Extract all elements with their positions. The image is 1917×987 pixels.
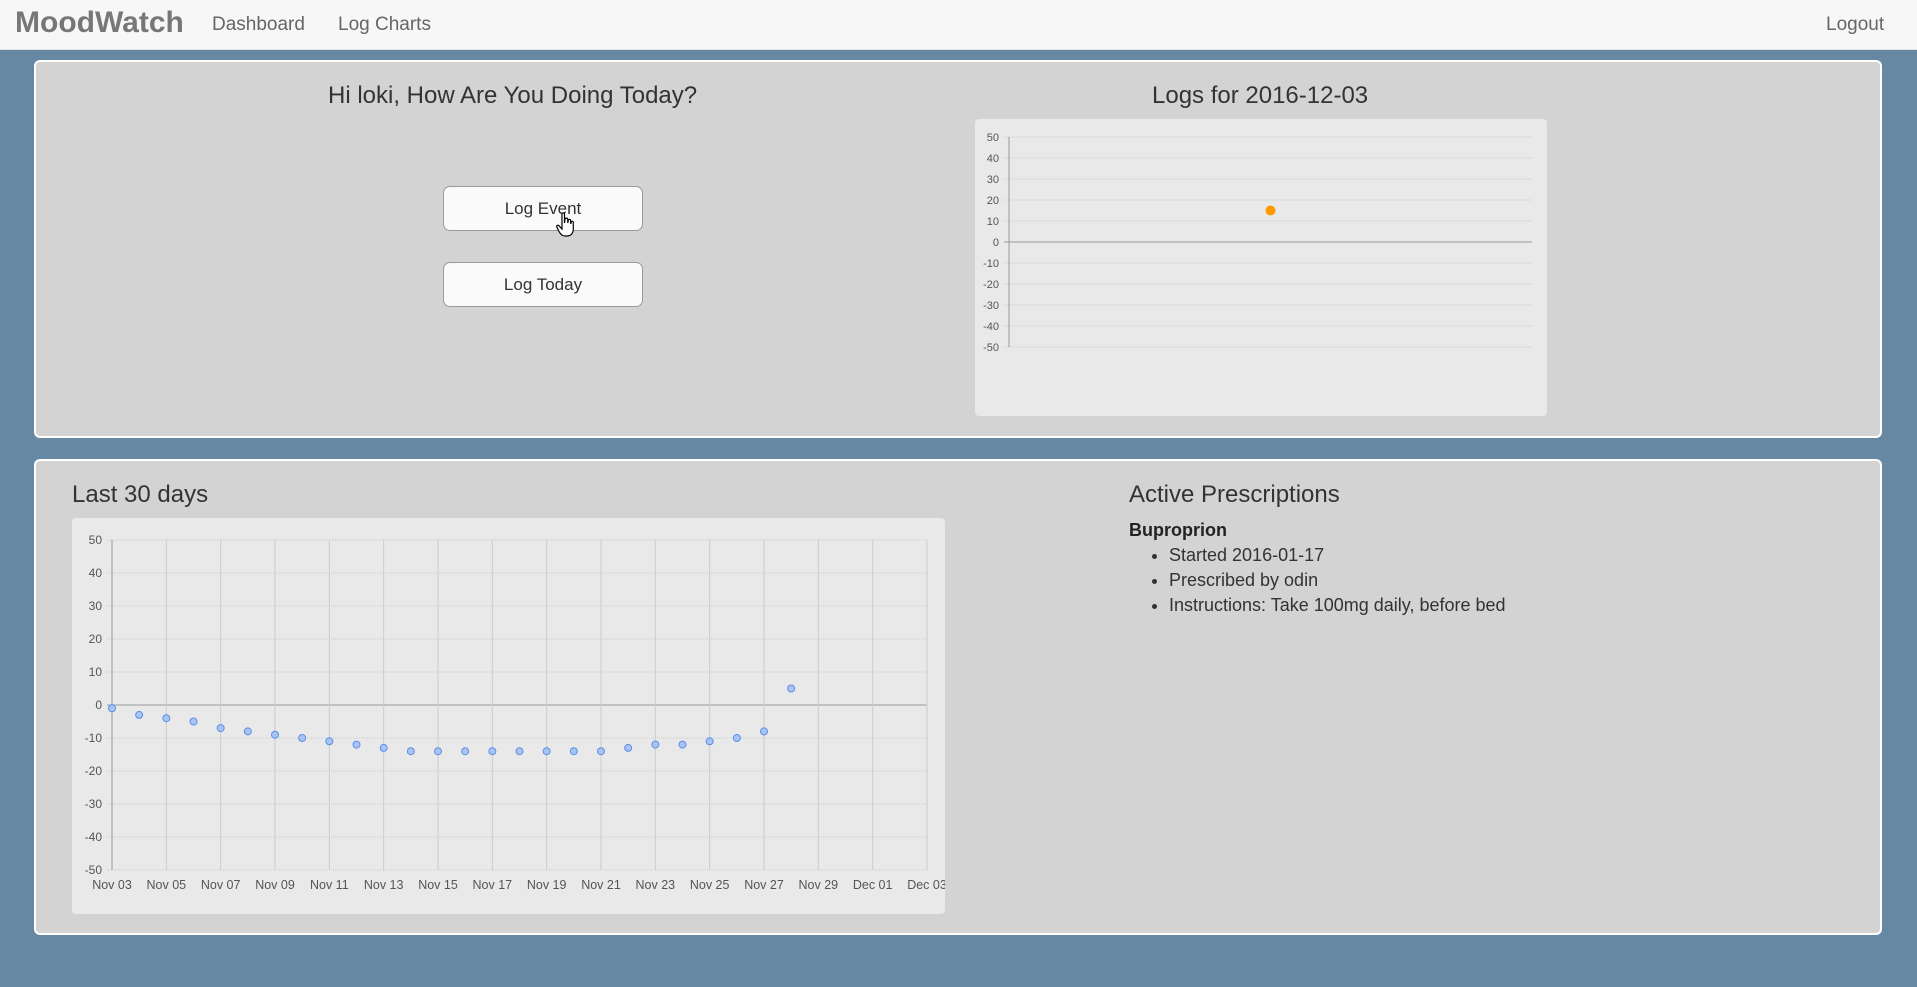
data-point <box>488 747 497 756</box>
x-tick-label: Nov 07 <box>201 878 241 892</box>
x-tick-label: Nov 11 <box>310 878 349 892</box>
x-tick-label: Nov 25 <box>690 878 730 892</box>
data-point <box>542 747 551 756</box>
prescriptions-title: Active Prescriptions <box>1129 481 1340 508</box>
y-tick-label: -50 <box>85 863 103 877</box>
prescription-started: Started 2016-01-17 <box>1169 543 1506 568</box>
y-tick-label: -50 <box>983 342 999 354</box>
x-tick-label: Nov 13 <box>364 878 404 892</box>
data-point <box>298 734 307 742</box>
data-point <box>705 737 714 746</box>
y-tick-label: 10 <box>987 216 999 228</box>
hand-cursor-icon <box>556 212 574 237</box>
y-tick-label: 20 <box>987 195 999 207</box>
data-point <box>108 704 116 713</box>
y-tick-label: 40 <box>89 566 103 580</box>
data-point <box>787 684 796 693</box>
x-tick-label: Nov 21 <box>581 878 621 892</box>
y-tick-label: 50 <box>987 132 999 144</box>
log-today-button[interactable]: Log Today <box>443 262 643 307</box>
y-tick-label: -30 <box>85 797 103 811</box>
history-chart: 50 40 30 20 10 0 -10 -20 -30 -40 -50 Nov 03 Nov 05 No… <box>72 518 947 914</box>
data-point <box>515 747 524 756</box>
today-chart-title: Logs for 2016-12-03 <box>1152 82 1369 109</box>
x-tick-label: Dec 01 <box>853 878 893 892</box>
y-tick-label: -20 <box>983 279 999 291</box>
x-tick-label: Nov 17 <box>473 878 513 892</box>
data-point <box>624 743 633 752</box>
bottom-panel: Last 30 days 50 40 30 20 10 0 -10 -20 -30 -40 -50 N… <box>34 459 1882 935</box>
data-point <box>189 717 198 726</box>
brand-logo[interactable]: MoodWatch <box>15 6 184 40</box>
x-tick-label: Nov 05 <box>147 878 187 892</box>
data-point <box>162 714 171 723</box>
y-tick-label: 10 <box>89 665 103 679</box>
x-tick-label: Nov 27 <box>744 878 784 892</box>
prescription-prescriber: Prescribed by odin <box>1169 568 1506 593</box>
today-chart-svg: 50 40 30 20 10 0 -10 -20 -30 -40 -50 <box>983 132 1532 354</box>
data-point <box>1265 205 1276 216</box>
log-event-button[interactable]: Log Event <box>443 186 643 231</box>
data-point <box>651 740 660 749</box>
data-point <box>325 737 334 746</box>
data-point <box>597 747 605 756</box>
data-point <box>434 747 442 756</box>
data-point <box>406 747 415 756</box>
y-tick-label: 0 <box>95 698 102 712</box>
prescription-name: Buproprion <box>1129 520 1227 540</box>
x-tick-label: Nov 29 <box>799 878 839 892</box>
y-tick-label: 40 <box>987 153 999 165</box>
data-point <box>379 743 388 752</box>
data-point <box>461 747 470 756</box>
data-point <box>569 747 578 756</box>
x-tick-label: Nov 15 <box>418 878 458 892</box>
data-point <box>216 724 225 733</box>
data-point <box>732 734 741 742</box>
y-tick-label: -40 <box>983 321 999 333</box>
y-tick-label: -20 <box>85 764 103 778</box>
data-point <box>135 710 144 719</box>
y-tick-label: 20 <box>89 632 103 646</box>
nav-log-charts[interactable]: Log Charts <box>338 14 431 36</box>
y-tick-label: 30 <box>89 599 103 613</box>
greeting-heading: Hi loki, How Are You Doing Today? <box>328 82 698 109</box>
navbar: MoodWatch Dashboard Log Charts Logout <box>0 0 1917 50</box>
y-tick-label: -10 <box>85 731 103 745</box>
nav-dashboard[interactable]: Dashboard <box>212 14 305 36</box>
data-point <box>678 740 687 749</box>
data-point <box>760 727 768 736</box>
y-tick-label: -10 <box>983 258 999 270</box>
prescription-instructions: Instructions: Take 100mg daily, before b… <box>1169 593 1506 618</box>
x-tick-label: Nov 19 <box>527 878 567 892</box>
x-tick-label: Nov 09 <box>255 878 295 892</box>
top-panel: Hi loki, How Are You Doing Today? Log Ev… <box>34 60 1882 438</box>
x-tick-label: Dec 03 <box>907 878 945 892</box>
y-tick-label: 50 <box>89 533 103 547</box>
prescription-details: Started 2016-01-17 Prescribed by odin In… <box>1129 543 1506 618</box>
history-chart-svg: 50 40 30 20 10 0 -10 -20 -30 -40 -50Nov 03 Nov 05 No… <box>85 533 947 892</box>
x-tick-label: Nov 03 <box>92 878 132 892</box>
data-point <box>271 730 279 739</box>
data-point <box>352 740 361 749</box>
y-tick-label: 0 <box>993 237 999 249</box>
y-tick-label: -40 <box>85 830 103 844</box>
data-point <box>243 727 252 736</box>
history-title: Last 30 days <box>72 481 209 508</box>
x-tick-label: Nov 23 <box>636 878 676 892</box>
nav-logout[interactable]: Logout <box>1826 14 1884 36</box>
y-tick-label: 30 <box>987 174 999 186</box>
today-chart: 50 40 30 20 10 0 -10 -20 -30 -40 -50 <box>975 119 1547 416</box>
y-tick-label: -30 <box>983 300 999 312</box>
